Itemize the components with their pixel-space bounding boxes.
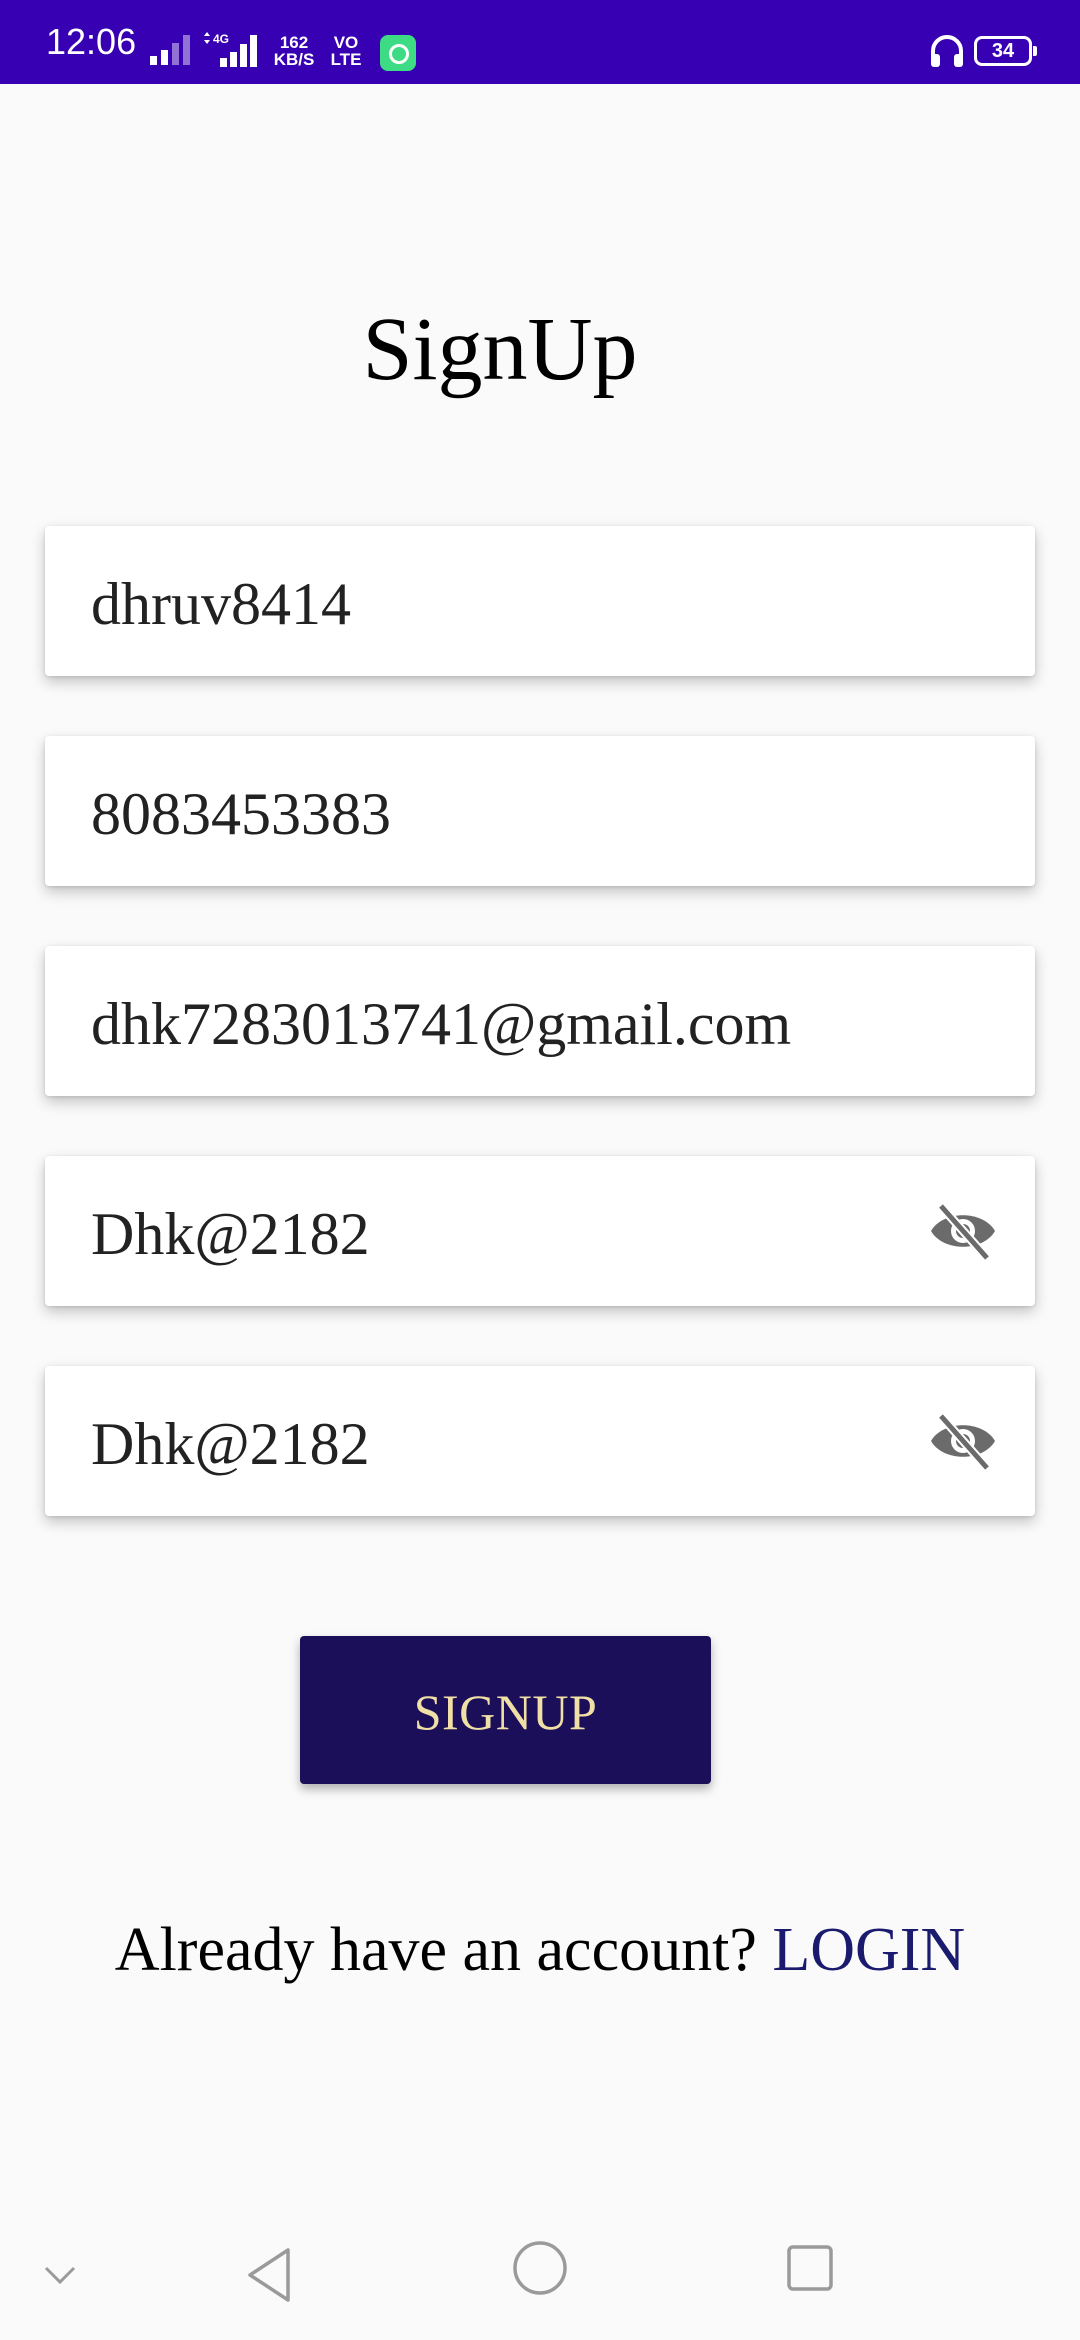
volte-indicator: VO LTE [322, 34, 370, 68]
page-title: SignUp [362, 300, 638, 399]
circle-home-icon[interactable] [510, 2210, 570, 2340]
network-speed-unit: KB/S [273, 50, 315, 69]
confirm-password-field[interactable]: Dhk@2182 [45, 1366, 1035, 1516]
login-prompt-row: Already have an account? LOGIN [0, 1900, 1080, 2000]
eye-off-icon[interactable] [927, 1410, 999, 1472]
chevron-down-icon[interactable] [40, 2210, 80, 2340]
login-link[interactable]: LOGIN [772, 1916, 965, 1984]
eye-off-icon[interactable] [927, 1200, 999, 1262]
phone-field[interactable]: 8083453383 [45, 736, 1035, 886]
battery-icon: 34 [974, 36, 1037, 66]
signal-strength-icon [150, 35, 190, 65]
username-field[interactable]: dhruv8414 [45, 526, 1035, 676]
username-value: dhruv8414 [91, 571, 351, 637]
square-recents-icon[interactable] [780, 2210, 840, 2340]
volte-line1: VO [333, 33, 359, 52]
password-field[interactable]: Dhk@2182 [45, 1156, 1035, 1306]
notification-app-icon [380, 35, 416, 71]
network-speed-value: 162 [279, 33, 309, 52]
password-value: Dhk@2182 [91, 1201, 370, 1267]
email-field[interactable]: dhk7283013741@gmail.com [45, 946, 1035, 1096]
volte-line2: LTE [330, 50, 362, 69]
status-bar: 12:06 4G 162 KB/S VO LTE 34 [0, 0, 1080, 84]
navigation-bar [0, 2210, 1080, 2340]
phone-value: 8083453383 [91, 781, 391, 847]
mobile-data-icon: 4G [204, 32, 257, 67]
triangle-back-icon[interactable] [240, 2210, 300, 2340]
signup-button[interactable]: SIGNUP [300, 1636, 711, 1784]
svg-text:4G: 4G [213, 32, 229, 46]
network-speed: 162 KB/S [272, 34, 316, 68]
headphones-icon [931, 35, 963, 67]
email-value: dhk7283013741@gmail.com [91, 991, 792, 1057]
login-prompt-text: Already have an account? [114, 1916, 757, 1984]
confirm-password-value: Dhk@2182 [91, 1411, 370, 1477]
status-time: 12:06 [46, 21, 137, 62]
